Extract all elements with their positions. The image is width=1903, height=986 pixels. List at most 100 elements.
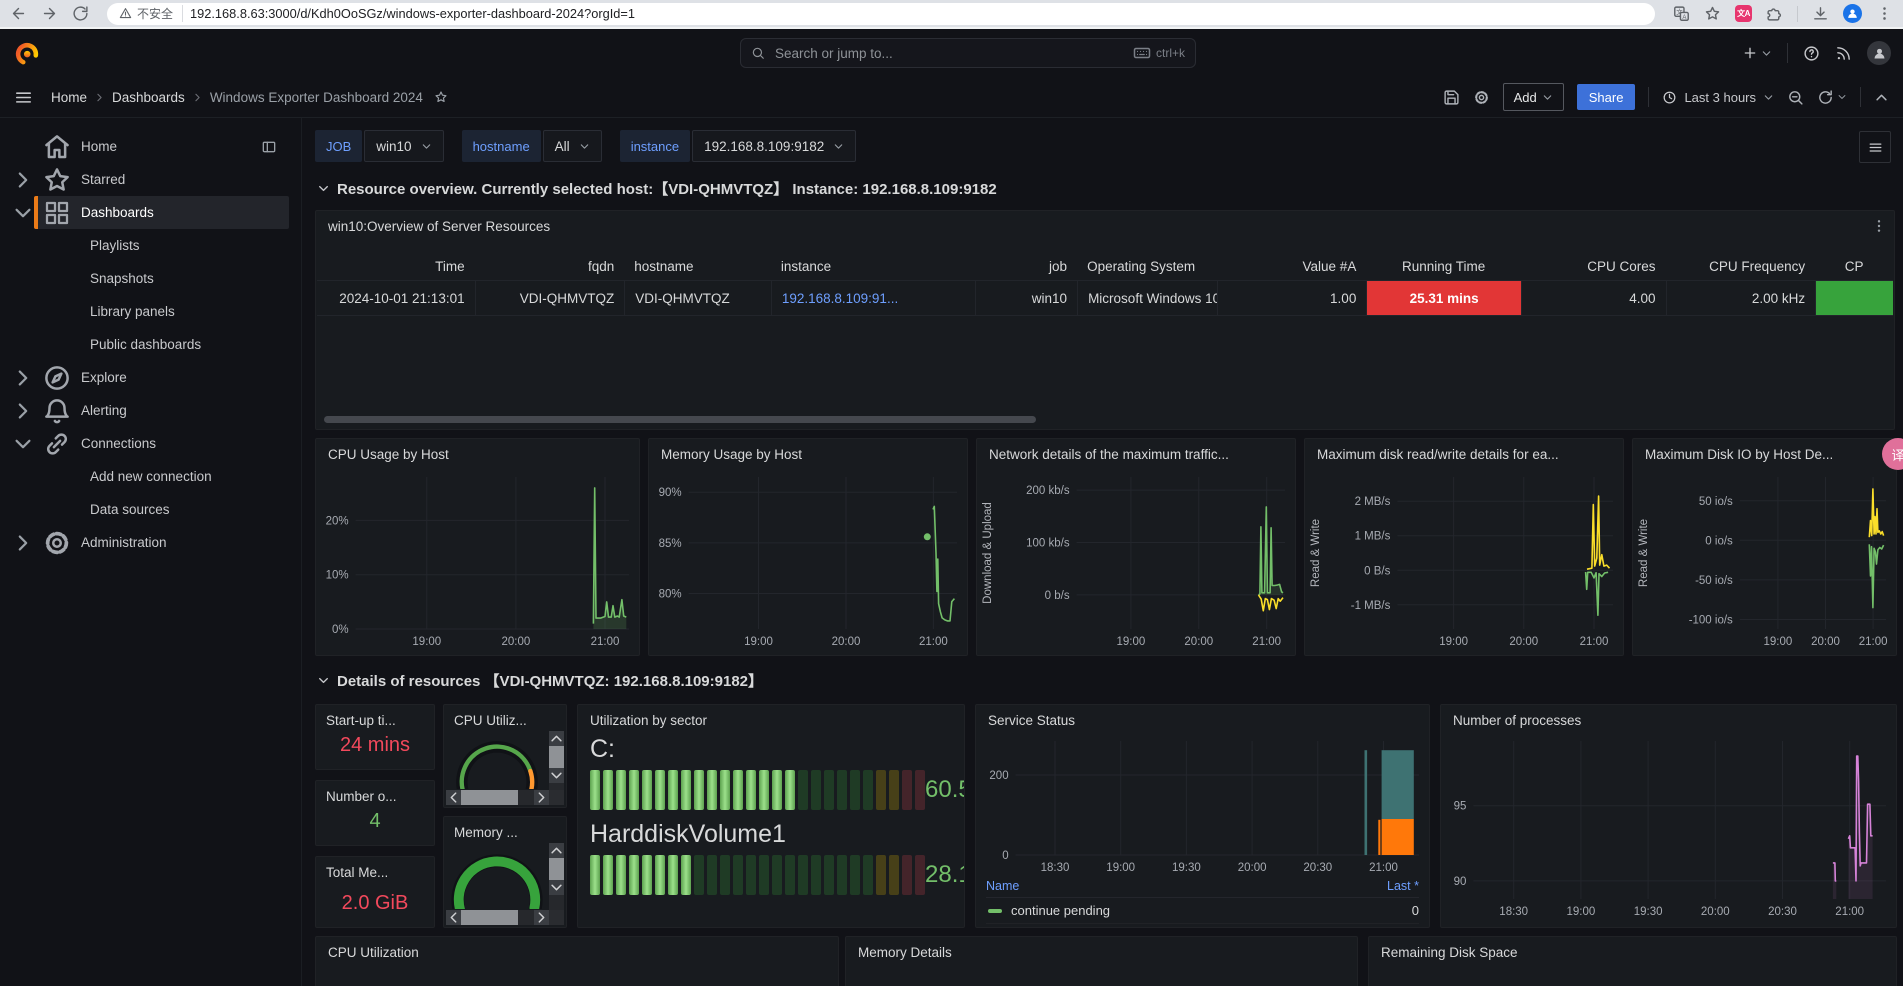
- scroll-down-button[interactable]: [549, 880, 564, 895]
- translate-icon[interactable]: 文A: [1673, 5, 1690, 22]
- panel-server-overview: win10:Overview of Server Resources Timef…: [315, 210, 1895, 430]
- processes-chart[interactable]: 18:3019:0019:3020:0020:3021:009095: [1443, 731, 1894, 921]
- table-cell-instance[interactable]: 192.168.8.109:91...: [771, 280, 975, 316]
- table-header-operating-system[interactable]: Operating System: [1077, 253, 1217, 280]
- variable-label: hostname: [462, 130, 541, 162]
- gear-icon: [42, 528, 72, 558]
- table-header-instance[interactable]: instance: [771, 253, 975, 280]
- time-range-picker[interactable]: Last 3 hours: [1662, 90, 1774, 105]
- back-icon[interactable]: [10, 5, 27, 22]
- table-header-cpu-cores[interactable]: CPU Cores: [1521, 253, 1666, 280]
- breadcrumb-home[interactable]: Home: [51, 90, 87, 105]
- scroll-to-top-icon[interactable]: [1874, 90, 1889, 105]
- sidebar-item-add-new-connection[interactable]: Add new connection: [0, 460, 301, 493]
- mega-menu-icon[interactable]: [14, 88, 33, 107]
- chevron-down-icon[interactable]: [0, 433, 34, 455]
- chevron-right-icon[interactable]: [0, 169, 34, 191]
- table-header-cpu-frequency[interactable]: CPU Frequency: [1666, 253, 1816, 280]
- panel-title: CPU Utilization: [328, 945, 419, 960]
- network-traffic-chart[interactable]: 19:0020:0021:000 b/s100 kb/s200 kb/sDown…: [979, 467, 1293, 651]
- reload-icon[interactable]: [72, 5, 89, 22]
- sidebar-item-snapshots[interactable]: Snapshots: [0, 262, 301, 295]
- scroll-left-button[interactable]: [446, 790, 461, 805]
- panel-left-icon[interactable]: [261, 139, 277, 155]
- save-dashboard-icon[interactable]: [1443, 89, 1460, 106]
- new-button[interactable]: [1742, 45, 1772, 61]
- scrollbar-thumb[interactable]: [549, 858, 564, 880]
- horizontal-scrollbar[interactable]: [446, 790, 549, 805]
- panel-list-button[interactable]: [1859, 131, 1891, 163]
- cpu-usage-chart[interactable]: 19:0020:0021:000%10%20%: [318, 467, 637, 651]
- grafana-logo[interactable]: [14, 40, 40, 66]
- table-header-fqdn[interactable]: fqdn: [475, 253, 625, 280]
- translate-extension-icon[interactable]: 文A: [1735, 5, 1752, 22]
- scroll-left-button[interactable]: [446, 910, 461, 925]
- favorite-star-icon[interactable]: [434, 90, 448, 104]
- table-header-value-a[interactable]: Value #A: [1217, 253, 1367, 280]
- forward-icon[interactable]: [41, 5, 58, 22]
- horizontal-scrollbar[interactable]: [446, 910, 549, 925]
- security-badge[interactable]: 不安全: [119, 5, 183, 22]
- table-header-job[interactable]: job: [975, 253, 1077, 280]
- sidebar-item-explore[interactable]: Explore: [0, 361, 301, 394]
- panel-menu-icon[interactable]: [1871, 218, 1887, 234]
- scroll-right-button[interactable]: [534, 790, 549, 805]
- add-button[interactable]: Add: [1503, 83, 1564, 111]
- service-status-chart[interactable]: 18:3019:0019:3020:0020:3021:000200: [978, 731, 1427, 877]
- downloads-icon[interactable]: [1812, 5, 1829, 22]
- variable-value-dropdown[interactable]: 192.168.8.109:9182: [692, 130, 856, 162]
- scrollbar-thumb[interactable]: [549, 746, 564, 768]
- dashboard-settings-icon[interactable]: [1473, 89, 1490, 106]
- sidebar-item-playlists[interactable]: Playlists: [0, 229, 301, 262]
- refresh-button[interactable]: [1817, 89, 1847, 106]
- table-header-cp[interactable]: CP: [1815, 253, 1893, 280]
- search-input[interactable]: [773, 45, 1125, 62]
- chevron-right-icon[interactable]: [0, 532, 34, 554]
- extensions-puzzle-icon[interactable]: [1766, 5, 1783, 22]
- breadcrumb-dashboards[interactable]: Dashboards: [112, 90, 185, 105]
- chevron-right-icon[interactable]: [0, 400, 34, 422]
- sidebar-item-data-sources[interactable]: Data sources: [0, 493, 301, 526]
- scroll-right-button[interactable]: [534, 910, 549, 925]
- bookmark-star-icon[interactable]: [1704, 5, 1721, 22]
- sidebar-item-public-dashboards[interactable]: Public dashboards: [0, 328, 301, 361]
- chevron-down-icon[interactable]: [0, 202, 34, 224]
- browser-menu-icon[interactable]: [1876, 5, 1893, 22]
- sidebar-item-library-panels[interactable]: Library panels: [0, 295, 301, 328]
- section-resource-overview[interactable]: Resource overview. Currently selected ho…: [317, 178, 997, 199]
- share-button[interactable]: Share: [1577, 84, 1636, 110]
- disk-io-chart[interactable]: 19:0020:0021:00-100 io/s-50 io/s0 io/s50…: [1635, 467, 1894, 651]
- help-icon[interactable]: [1803, 45, 1820, 62]
- sidebar-item-home[interactable]: Home: [0, 130, 301, 163]
- scrollbar-thumb[interactable]: [461, 790, 518, 805]
- scroll-up-button[interactable]: [549, 731, 564, 746]
- browser-profile-avatar[interactable]: [1843, 4, 1862, 23]
- sidebar-item-alerting[interactable]: Alerting: [0, 394, 301, 427]
- sidebar-item-dashboards[interactable]: Dashboards: [0, 196, 301, 229]
- sidebar-item-administration[interactable]: Administration: [0, 526, 301, 559]
- address-bar[interactable]: 不安全 192.168.8.63:3000/d/Kdh0OoSGz/window…: [107, 3, 1655, 25]
- zoom-out-icon[interactable]: [1787, 89, 1804, 106]
- disk-readwrite-chart[interactable]: 19:0020:0021:00-1 MB/s0 B/s1 MB/s2 MB/sR…: [1307, 467, 1621, 651]
- scroll-up-button[interactable]: [549, 843, 564, 858]
- legend-series-name[interactable]: continue pending: [1011, 903, 1412, 918]
- table-header-time[interactable]: Time: [317, 253, 475, 280]
- vertical-scrollbar[interactable]: [549, 843, 564, 917]
- variable-value-dropdown[interactable]: All: [543, 130, 602, 162]
- table-header-running-time[interactable]: Running Time: [1366, 253, 1521, 280]
- legend-last-header[interactable]: Last *: [1387, 879, 1419, 893]
- user-avatar[interactable]: [1867, 41, 1891, 65]
- chevron-right-icon[interactable]: [0, 367, 34, 389]
- sidebar-item-starred[interactable]: Starred: [0, 163, 301, 196]
- scroll-down-button[interactable]: [549, 768, 564, 783]
- legend-name-header[interactable]: Name: [986, 879, 1019, 893]
- variable-value-dropdown[interactable]: win10: [364, 130, 443, 162]
- section-details[interactable]: Details of resources 【VDI-QHMVTQZ: 192.1…: [317, 670, 763, 691]
- table-header-hostname[interactable]: hostname: [624, 253, 771, 280]
- table-scrollbar[interactable]: [324, 416, 1036, 423]
- sidebar-item-connections[interactable]: Connections: [0, 427, 301, 460]
- scrollbar-thumb[interactable]: [461, 910, 518, 925]
- search-box[interactable]: ctrl+k: [740, 38, 1196, 68]
- memory-usage-chart[interactable]: 19:0020:0021:0080%85%90%: [651, 467, 965, 651]
- news-icon[interactable]: [1835, 45, 1852, 62]
